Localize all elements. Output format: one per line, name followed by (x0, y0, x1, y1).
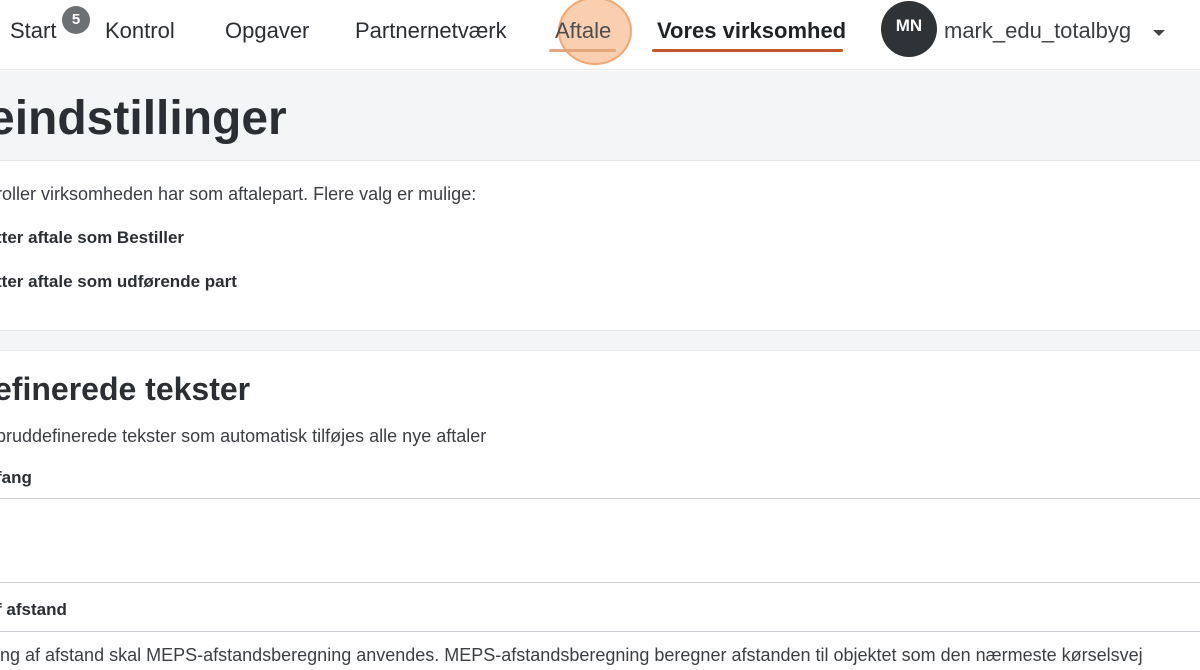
field-label-omfang: fang (0, 468, 32, 487)
username-label[interactable]: mark_edu_totalbyg (944, 18, 1131, 44)
active-tab-underline (652, 49, 843, 52)
section-title-predefined-texts: efinerede tekster (0, 371, 251, 407)
divider (0, 631, 1200, 632)
caret-down-icon[interactable] (1153, 30, 1165, 36)
roles-description: roller virksomheden har som aftalepart. … (0, 184, 477, 204)
role-option-bestiller[interactable]: tter aftale som Bestiller (0, 228, 184, 248)
nav-aftale-underline (549, 49, 616, 52)
user-avatar[interactable]: MN (881, 1, 937, 57)
notification-badge: 5 (62, 6, 90, 34)
top-navigation: Start 5 Kontrol Opgaver Partnernetværk A… (0, 0, 1200, 70)
nav-vores-virksomhed[interactable]: Vores virksomhed (657, 17, 846, 45)
field-label-afstand: f afstand (0, 600, 67, 619)
role-option-udforende[interactable]: tter aftale som udførende part (0, 272, 237, 292)
section-description: pruddefinerede tekster som automatisk ti… (0, 426, 487, 446)
nav-aftale[interactable]: Aftale (555, 17, 611, 45)
page-title: eindstillinger (0, 92, 287, 145)
nav-kontrol[interactable]: Kontrol (105, 17, 175, 45)
section-separator (0, 330, 1200, 351)
nav-partnernetvaerk[interactable]: Partnernetværk (355, 17, 507, 45)
afstand-description: ing af afstand skal MEPS-afstandsberegni… (0, 645, 1143, 665)
omfang-text-area[interactable] (0, 498, 1200, 583)
nav-start[interactable]: Start (10, 17, 56, 45)
nav-opgaver[interactable]: Opgaver (225, 17, 309, 45)
